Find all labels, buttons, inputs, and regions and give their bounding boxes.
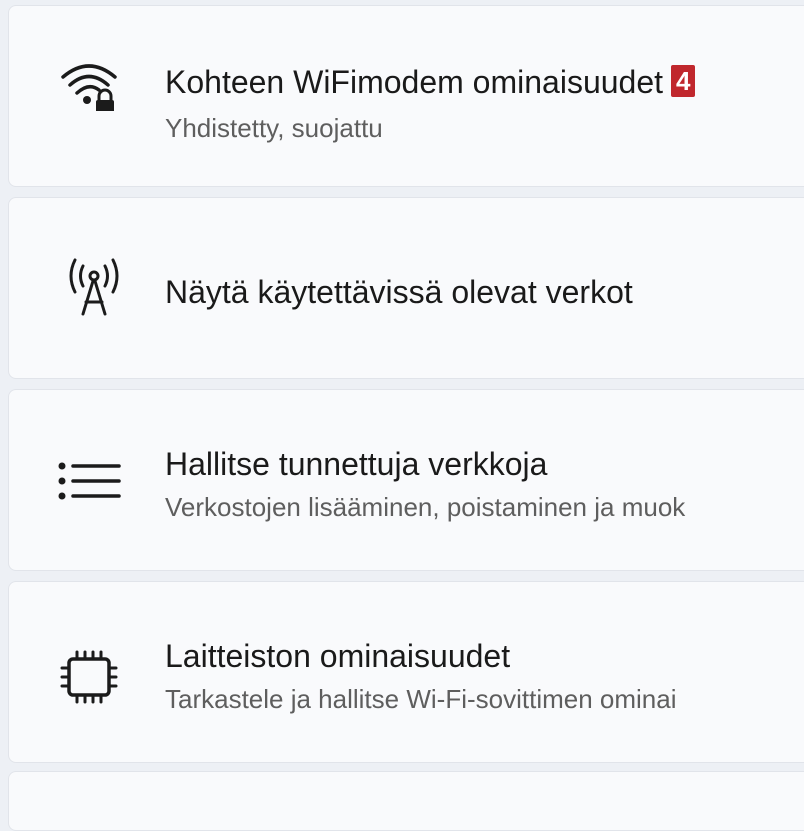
hardware-properties-item[interactable]: Laitteiston ominaisuudet Tarkastele ja h… — [8, 581, 804, 763]
next-settings-item[interactable] — [8, 771, 804, 831]
wifi-properties-item[interactable]: Kohteen WiFimodem ominaisuudet 4 Yhdistet… — [8, 5, 804, 187]
annotation-badge: 4 — [671, 65, 696, 97]
chip-icon — [59, 650, 119, 710]
item-title: Laitteiston ominaisuudet — [165, 638, 511, 674]
item-title: Hallitse tunnettuja verkkoja — [165, 446, 548, 482]
item-subtitle: Tarkastele ja hallitse Wi-Fi-sovittimen … — [165, 684, 677, 714]
known-networks-item[interactable]: Hallitse tunnettuja verkkoja Verkostojen… — [8, 389, 804, 571]
available-networks-item[interactable]: Näytä käytettävissä olevat verkot — [8, 197, 804, 379]
item-title: Näytä käytettävissä olevat verkot — [165, 274, 633, 310]
item-subtitle: Yhdistetty, suojattu — [165, 113, 383, 143]
bullet-list-icon — [57, 460, 121, 520]
item-subtitle: Verkostojen lisääminen, poistaminen ja m… — [165, 492, 686, 522]
wifi-lock-icon — [57, 51, 117, 114]
item-title: Kohteen WiFimodem ominaisuudet 4 — [165, 64, 696, 101]
antenna-tower-icon — [67, 256, 127, 316]
